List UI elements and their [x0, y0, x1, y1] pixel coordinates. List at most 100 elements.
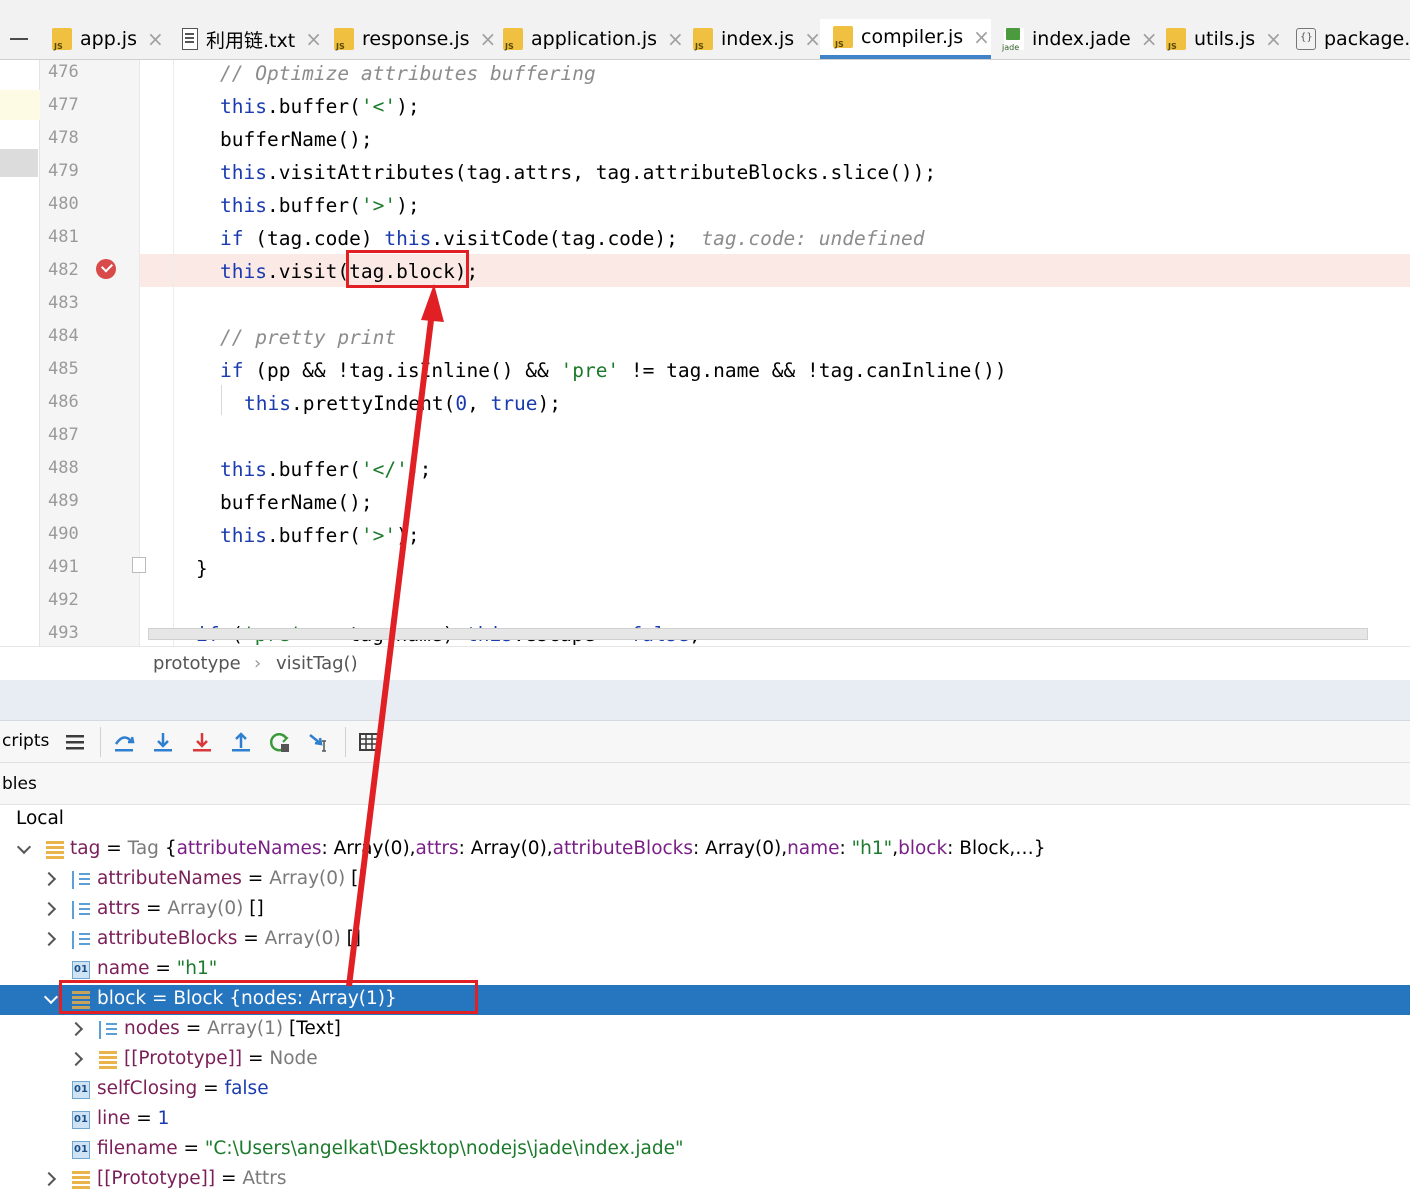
line-number: 481	[48, 227, 79, 247]
tree-row-line[interactable]: line = 1	[0, 1105, 1410, 1135]
line-number: 489	[48, 491, 79, 511]
breadcrumb-item[interactable]: visitTag()	[276, 653, 358, 674]
tree-row-attributeBlocks[interactable]: attributeBlocks = Array(0) []	[0, 925, 1410, 955]
variables-tab-label[interactable]: bles	[2, 774, 37, 794]
chevron-right-icon[interactable]	[71, 1022, 83, 1034]
side-tool-strip	[0, 60, 40, 646]
close-icon[interactable]: ×	[305, 27, 322, 51]
toolbar-separator	[100, 727, 101, 757]
var-name: [[Prototype]]	[124, 1048, 243, 1069]
tab-index-js[interactable]: index.js ×	[693, 19, 821, 59]
tree-row-filename[interactable]: filename = "C:\Users\angelkat\Desktop\no…	[0, 1135, 1410, 1165]
chevron-right-icon[interactable]	[71, 1052, 83, 1064]
tree-row-prototype[interactable]: [[Prototype]] = Node	[0, 1045, 1410, 1075]
var-eq: =	[177, 1138, 205, 1159]
var-value: Node	[269, 1048, 318, 1069]
horizontal-scrollbar[interactable]	[148, 628, 1368, 640]
code-line: this.buffer('</');	[220, 458, 432, 481]
var-eq: =	[242, 1048, 270, 1069]
breakpoint-icon[interactable]	[96, 259, 116, 279]
close-icon[interactable]: ×	[1141, 27, 1158, 51]
var-eq: =	[237, 928, 265, 949]
breadcrumb-item[interactable]: prototype	[153, 653, 241, 674]
scripts-tab-label[interactable]: cripts	[2, 731, 49, 751]
tree-row-attributeNames[interactable]: attributeNames = Array(0) []	[0, 865, 1410, 895]
tab-app-js[interactable]: app.js ×	[52, 19, 164, 59]
tab-index-jade[interactable]: index.jade ×	[1002, 19, 1158, 59]
line-number: 487	[48, 425, 79, 445]
tree-row-selfClosing[interactable]: selfClosing = false	[0, 1075, 1410, 1105]
tab-compiler-js[interactable]: compiler.js ×	[820, 19, 991, 59]
var-text: [[Prototype]] = Attrs	[97, 1168, 286, 1189]
js-file-icon	[52, 28, 72, 51]
close-icon[interactable]: ×	[147, 27, 164, 51]
chevron-right-icon[interactable]	[44, 872, 56, 884]
indent-guide	[221, 385, 222, 415]
restart-frame-icon[interactable]	[268, 730, 292, 754]
var-text: tag = Tag {attributeNames: Array(0),attr…	[70, 838, 1045, 859]
tree-row-prototype[interactable]: [[Prototype]] = Attrs	[0, 1165, 1410, 1195]
tree-row-local[interactable]: Local	[0, 805, 1410, 835]
var-type: Array(0)	[264, 928, 341, 949]
tree-row-nodes[interactable]: nodes = Array(1) [Text]	[0, 1015, 1410, 1045]
chevron-down-icon[interactable]	[44, 992, 56, 1004]
fold-icon[interactable]	[132, 557, 146, 573]
close-icon[interactable]: ×	[480, 27, 497, 51]
var-eq: =	[130, 1108, 158, 1129]
close-icon[interactable]: ×	[973, 25, 990, 49]
var-name: selfClosing	[97, 1078, 198, 1099]
var-name: name	[97, 958, 150, 979]
tab-chain-txt[interactable]: 利用链.txt ×	[182, 19, 322, 59]
var-eq: =	[215, 1168, 243, 1189]
var-value: [Text]	[283, 1018, 341, 1039]
js-file-icon	[693, 28, 713, 51]
menu-lines-icon[interactable]	[63, 730, 87, 754]
chevron-right-icon[interactable]	[44, 1172, 56, 1184]
var-type: Tag	[127, 838, 165, 859]
array-icon	[72, 931, 90, 949]
js-file-icon	[833, 26, 853, 49]
step-out-icon[interactable]	[229, 730, 253, 754]
chevron-down-icon[interactable]	[17, 842, 29, 854]
step-into-icon[interactable]	[151, 730, 175, 754]
step-over-icon[interactable]	[112, 730, 136, 754]
evaluate-expression-icon[interactable]	[357, 730, 381, 754]
text-file-icon	[182, 28, 198, 50]
primitive-icon	[72, 1141, 90, 1159]
var-text: selfClosing = false	[97, 1078, 269, 1099]
force-step-into-icon[interactable]	[190, 730, 214, 754]
code-editor[interactable]: 476 477 478 479 480 481 482 483 484 485 …	[0, 60, 1410, 646]
panel-divider[interactable]	[0, 680, 1410, 721]
close-icon[interactable]: ×	[804, 27, 821, 51]
var-value: []	[340, 928, 362, 949]
var-key: attrs	[415, 838, 459, 859]
var-name: line	[97, 1108, 131, 1129]
var-summary: {	[164, 838, 177, 859]
tab-bar-top-strip	[0, 0, 1410, 19]
run-to-cursor-icon[interactable]	[307, 730, 331, 754]
var-name: attrs	[97, 898, 141, 919]
code-line: // Optimize attributes buffering	[220, 62, 596, 85]
chevron-right-icon[interactable]	[44, 932, 56, 944]
chevron-right-icon[interactable]	[44, 902, 56, 914]
var-value: 1	[157, 1108, 170, 1129]
var-text: attrs = Array(0) []	[97, 898, 264, 919]
tab-package-json[interactable]: package.js	[1296, 19, 1410, 59]
tab-response-js[interactable]: response.js ×	[334, 19, 496, 59]
close-icon[interactable]: ×	[667, 27, 684, 51]
code-line: }	[196, 557, 208, 580]
strip-highlight	[0, 90, 40, 120]
var-key: name	[787, 838, 840, 859]
var-key: attributeNames	[176, 838, 322, 859]
line-number: 485	[48, 359, 79, 379]
var-value: false	[224, 1078, 269, 1099]
code-line: this.visitAttributes(tag.attrs, tag.attr…	[220, 161, 937, 184]
collapse-icon[interactable]	[10, 38, 28, 40]
line-number: 488	[48, 458, 79, 478]
var-value: "C:\Users\angelkat\Desktop\nodejs\jade\i…	[204, 1138, 684, 1159]
tab-utils-js[interactable]: utils.js ×	[1166, 19, 1282, 59]
tree-row-tag[interactable]: tag = Tag {attributeNames: Array(0),attr…	[0, 835, 1410, 865]
close-icon[interactable]: ×	[1265, 27, 1282, 51]
tab-application-js[interactable]: application.js ×	[503, 19, 684, 59]
tree-row-attrs[interactable]: attrs = Array(0) []	[0, 895, 1410, 925]
